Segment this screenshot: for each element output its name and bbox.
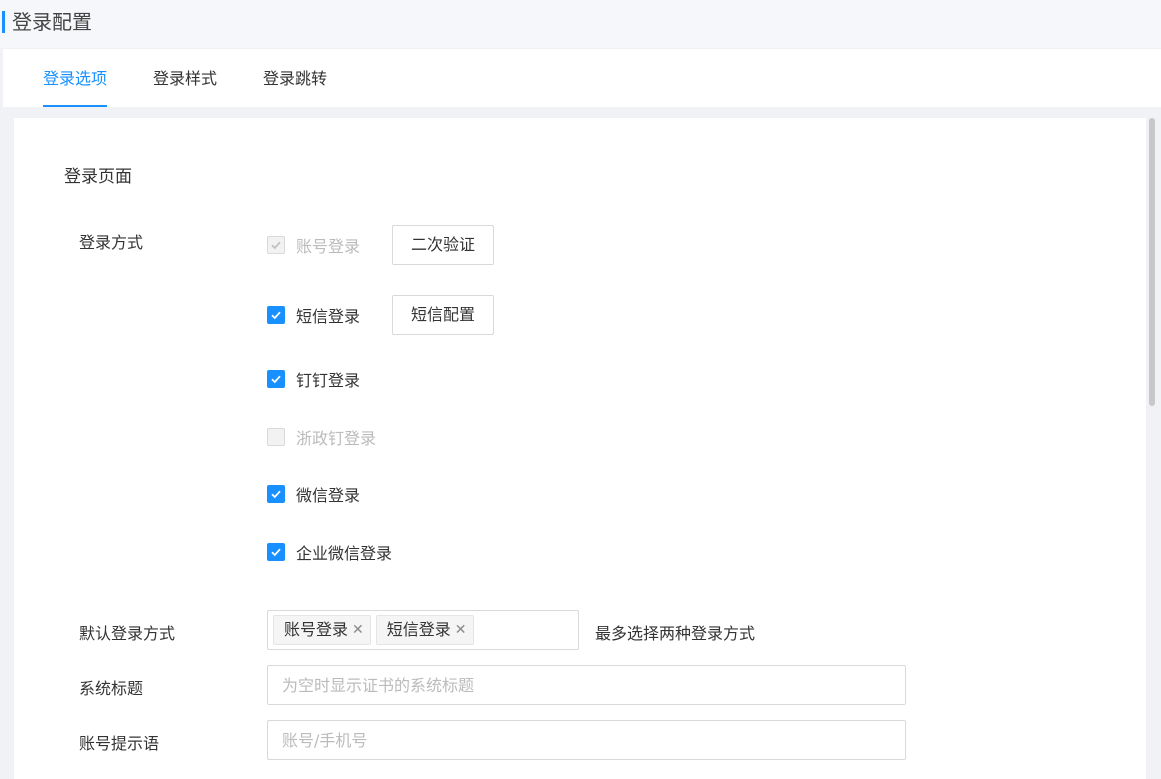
checkbox-row-sms[interactable]: 短信登录 [267,300,360,330]
default-login-hint: 最多选择两种登录方式 [595,624,756,643]
sms-config-button[interactable]: 短信配置 [392,295,495,335]
checkbox-label-wecom: 企业微信登录 [296,544,393,563]
checkbox-row-wecom[interactable]: 企业微信登录 [267,537,392,567]
selected-tag: 账号登录 ✕ [273,615,371,645]
scrollbar[interactable] [1149,118,1155,406]
checkbox-label-account: 账号登录 [296,237,361,256]
default-login-select[interactable]: 账号登录 ✕ 短信登录 ✕ [267,610,579,650]
two-factor-button[interactable]: 二次验证 [392,225,495,265]
check-icon [271,241,281,250]
page-header: 登录配置 [0,0,1161,48]
checkbox-zhezhengding[interactable] [267,428,285,446]
checkbox-row-zhezhengding[interactable]: 浙政钉登录 [267,422,376,452]
checkbox-row-wechat[interactable]: 微信登录 [267,479,360,509]
login-methods-label: 登录方式 [79,233,144,252]
checkbox-dingtalk[interactable] [267,370,285,388]
title-accent-bar [2,11,5,33]
system-title-input[interactable] [267,665,906,705]
system-title-label: 系统标题 [79,679,144,698]
tab-bar: 登录选项 登录样式 登录跳转 [3,49,1161,107]
checkbox-row-account[interactable]: 账号登录 [267,230,360,260]
check-icon [271,375,281,384]
close-icon[interactable]: ✕ [455,616,467,644]
selected-tag: 短信登录 ✕ [375,615,474,645]
checkbox-label-dingtalk: 钉钉登录 [296,371,361,390]
tag-label: 账号登录 [284,620,349,639]
checkbox-label-zhezhengding: 浙政钉登录 [296,429,377,448]
checkbox-wechat[interactable] [267,485,285,503]
tab-login-options[interactable]: 登录选项 [43,49,108,107]
checkbox-sms[interactable] [267,306,285,324]
close-icon[interactable]: ✕ [352,616,364,644]
checkbox-wecom[interactable] [267,543,285,561]
account-hint-input[interactable] [267,720,906,760]
content-card: 登录页面 登录方式 账号登录 二次验证 短信登录 短信配置 钉钉登录 浙政钉登录… [14,118,1146,779]
check-icon [271,548,281,557]
check-icon [271,311,281,320]
tag-label: 短信登录 [386,620,451,639]
section-title: 登录页面 [64,167,132,187]
checkbox-label-wechat: 微信登录 [296,486,361,505]
tab-login-redirect[interactable]: 登录跳转 [263,49,327,107]
tab-login-style[interactable]: 登录样式 [153,49,217,107]
checkbox-account[interactable] [267,236,285,254]
checkbox-label-sms: 短信登录 [296,307,361,326]
check-icon [271,490,281,499]
checkbox-row-dingtalk[interactable]: 钉钉登录 [267,364,360,394]
account-hint-label: 账号提示语 [79,734,160,753]
default-login-label: 默认登录方式 [79,624,176,643]
login-config-page: 登录配置 登录选项 登录样式 登录跳转 登录页面 登录方式 账号登录 二次验证 … [0,0,1161,779]
page-title: 登录配置 [12,10,92,34]
